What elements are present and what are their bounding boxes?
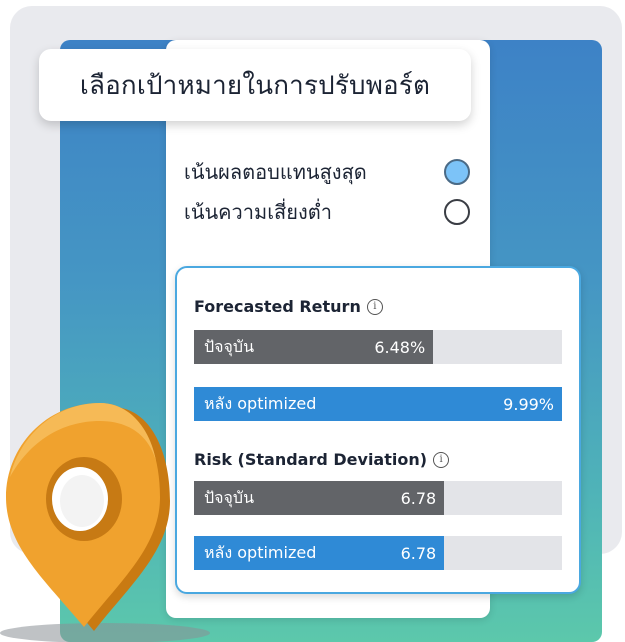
bar-label: หลัง optimized xyxy=(204,393,317,413)
risk-title: Risk (Standard Deviation) i xyxy=(194,450,450,469)
bar-label: ปัจจุบัน xyxy=(204,487,254,507)
location-pin-icon xyxy=(0,403,210,642)
info-icon[interactable]: i xyxy=(366,298,383,315)
bar-value: 6.48% xyxy=(374,337,426,357)
radio-button[interactable] xyxy=(444,199,470,225)
title-box: เลือกเป้าหมายในการปรับพอร์ต xyxy=(39,49,471,121)
return-current-bar: ปัจจุบัน 6.48% xyxy=(194,330,434,364)
bar-value: 6.78 xyxy=(400,543,437,563)
risk-after-bar: หลัง optimized 6.78 xyxy=(194,536,445,570)
risk-current-track: ปัจจุบัน 6.78 xyxy=(194,481,562,515)
section-title-label: Forecasted Return xyxy=(194,297,361,316)
return-current-track: ปัจจุบัน 6.48% xyxy=(194,330,562,364)
risk-current-bar: ปัจจุบัน 6.78 xyxy=(194,481,445,515)
bar-value: 9.99% xyxy=(503,394,554,414)
bar-label: หลัง optimized xyxy=(204,542,317,562)
page-title: เลือกเป้าหมายในการปรับพอร์ต xyxy=(79,70,431,101)
return-after-bar: หลัง optimized 9.99% xyxy=(194,387,562,421)
option-max-return[interactable]: เน้นผลตอบแทนสูงสุด xyxy=(184,155,470,189)
bar-value: 6.78 xyxy=(400,488,437,508)
option-label: เน้นผลตอบแทนสูงสุด xyxy=(184,160,367,184)
return-after-track: หลัง optimized 9.99% xyxy=(194,387,562,421)
risk-after-track: หลัง optimized 6.78 xyxy=(194,536,562,570)
option-low-risk[interactable]: เน้นความเสี่ยงต่ำ xyxy=(184,195,470,229)
forecasted-return-title: Forecasted Return i xyxy=(194,297,383,316)
radio-button-selected[interactable] xyxy=(444,159,470,185)
section-title-label: Risk (Standard Deviation) xyxy=(194,450,428,469)
option-label: เน้นความเสี่ยงต่ำ xyxy=(184,200,332,224)
info-icon[interactable]: i xyxy=(433,451,450,468)
bar-label: ปัจจุบัน xyxy=(204,336,254,356)
